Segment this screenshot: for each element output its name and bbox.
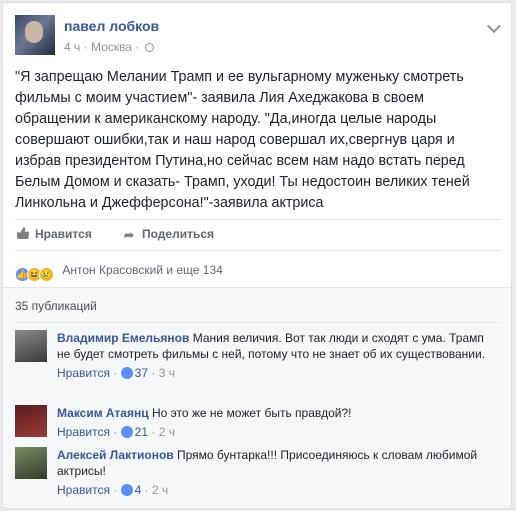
footer-separator: · — [144, 483, 153, 497]
comment-body: Алексей Лактионов Прямо бунтарка!!! Прис… — [57, 447, 497, 498]
comment-time[interactable]: 3 ч — [159, 366, 175, 380]
footer-separator: · — [113, 366, 121, 380]
comment-likes-count[interactable]: 37 — [135, 366, 148, 380]
like-reaction-icon — [120, 426, 133, 438]
comment-time[interactable]: 2 ч — [152, 483, 168, 497]
author-avatar[interactable] — [15, 15, 55, 55]
divider — [15, 322, 501, 323]
comment-body: Максим Атаянц Но это же не может быть пр… — [57, 405, 497, 440]
comment-footer: Нравится · 4 · 2 ч — [57, 482, 497, 498]
action-bar: Нравится ➦ Поделиться — [15, 219, 501, 251]
comment-text: Но это же не может быть правдой?! — [151, 406, 352, 420]
chevron-down-icon[interactable] — [486, 18, 502, 34]
reactions-text[interactable]: Антон Красовский и еще 134 — [62, 263, 222, 277]
thumbs-up-icon — [17, 227, 29, 239]
comment-like-button[interactable]: Нравится — [57, 483, 110, 497]
post-card: павел лобков 4 ч · Москва · "Я запрещаю … — [2, 2, 512, 509]
footer-separator: · — [113, 425, 121, 439]
commenter-avatar[interactable] — [15, 447, 47, 479]
comment-likes-count[interactable]: 21 — [135, 425, 148, 439]
comment-time[interactable]: 2 ч — [159, 425, 175, 439]
reactions-summary[interactable]: 👍😆😢 Антон Красовский и еще 134 — [15, 263, 223, 282]
share-button[interactable]: ➦ Поделиться — [124, 227, 214, 241]
globe-icon[interactable] — [144, 43, 154, 52]
like-reaction-icon — [120, 367, 133, 379]
footer-separator: · — [113, 483, 121, 497]
commenter-avatar[interactable] — [15, 330, 47, 362]
like-button[interactable]: Нравится — [17, 227, 92, 241]
sad-reaction-icon: 😢 — [39, 267, 54, 282]
footer-separator: · — [151, 366, 159, 380]
author-name[interactable]: павел лобков — [64, 18, 159, 34]
meta-separator: · — [83, 40, 91, 54]
commenter-avatar[interactable] — [15, 405, 47, 437]
commenter-name[interactable]: Алексей Лактионов — [57, 448, 174, 462]
post-header: павел лобков 4 ч · Москва · — [15, 15, 502, 57]
share-arrow-icon: ➦ — [124, 228, 135, 242]
commenter-name[interactable]: Максим Атаянц — [57, 406, 149, 420]
like-label: Нравится — [35, 227, 92, 241]
comment-like-button[interactable]: Нравится — [57, 425, 110, 439]
footer-separator: · — [151, 425, 159, 439]
comment-likes-count[interactable]: 4 — [135, 483, 142, 497]
share-label: Поделиться — [142, 227, 215, 241]
post-time[interactable]: 4 ч — [64, 40, 80, 54]
comments-count[interactable]: 35 публикаций — [15, 299, 97, 313]
meta-separator: · — [135, 40, 143, 54]
post-location[interactable]: Москва — [91, 40, 132, 54]
comment-footer: Нравится · 37 · 3 ч — [57, 365, 497, 381]
comment-body: Владимир Емельянов Мания величия. Вот та… — [57, 330, 497, 381]
comment-footer: Нравится · 21 · 2 ч — [57, 424, 497, 440]
post-meta: 4 ч · Москва · — [64, 40, 154, 54]
like-reaction-icon — [120, 484, 133, 496]
commenter-name[interactable]: Владимир Емельянов — [57, 331, 189, 345]
post-text: "Я запрещаю Мелании Трамп и ее вульгарно… — [15, 69, 470, 211]
comment-like-button[interactable]: Нравится — [57, 366, 110, 380]
